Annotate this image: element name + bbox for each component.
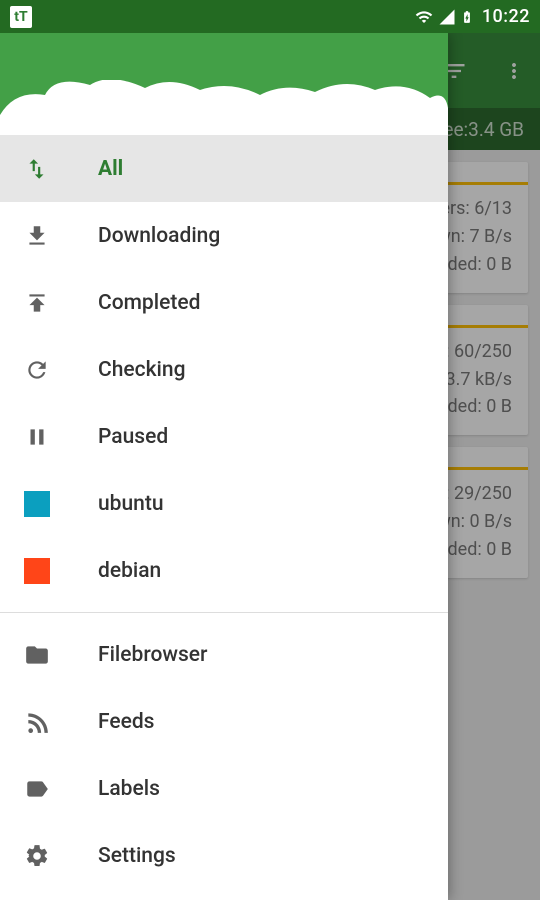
drawer-divider: [0, 612, 448, 613]
rss-icon: [24, 709, 50, 735]
upload-icon: [24, 290, 50, 316]
battery-charging-icon: [460, 7, 474, 27]
transfer-icon: [24, 156, 50, 182]
drawer-item-all[interactable]: All: [0, 135, 448, 202]
label-color-swatch: [24, 491, 50, 517]
drawer-item-label-ubuntu[interactable]: ubuntu: [0, 470, 448, 537]
drawer-header: [0, 33, 448, 129]
drawer-item-label: Settings: [98, 844, 176, 868]
drawer-item-label: Completed: [98, 291, 200, 315]
drawer-item-feeds[interactable]: Feeds: [0, 688, 448, 755]
drawer-item-label: Labels: [98, 777, 160, 801]
wifi-icon: [414, 8, 434, 26]
drawer-item-label: All: [98, 157, 123, 181]
folder-icon: [24, 642, 50, 668]
drawer-item-label: Filebrowser: [98, 643, 207, 667]
drawer-item-label: Paused: [98, 425, 168, 449]
drawer-item-completed[interactable]: Completed: [0, 269, 448, 336]
signal-icon: [438, 8, 456, 26]
gear-icon: [24, 843, 50, 869]
refresh-icon: [24, 357, 50, 383]
status-bar: tT 10:22: [0, 0, 540, 33]
app-notification-icon: tT: [10, 6, 32, 28]
drawer-item-labels[interactable]: Labels: [0, 755, 448, 822]
drawer-list: All Downloading Completed Checking Pause: [0, 129, 448, 900]
drawer-item-settings[interactable]: Settings: [0, 822, 448, 889]
drawer-item-label: Feeds: [98, 710, 155, 734]
label-color-swatch: [24, 558, 50, 584]
label-icon: [24, 776, 50, 802]
drawer-item-downloading[interactable]: Downloading: [0, 202, 448, 269]
cloud-decoration: [0, 80, 448, 130]
drawer-item-paused[interactable]: Paused: [0, 403, 448, 470]
drawer-item-label: Downloading: [98, 224, 220, 248]
drawer-item-label: ubuntu: [98, 492, 164, 516]
drawer-item-checking[interactable]: Checking: [0, 336, 448, 403]
pause-icon: [24, 424, 50, 450]
drawer-item-filebrowser[interactable]: Filebrowser: [0, 621, 448, 688]
download-icon: [24, 223, 50, 249]
navigation-drawer: All Downloading Completed Checking Pause: [0, 33, 448, 900]
status-time: 10:22: [482, 6, 530, 27]
drawer-item-label-debian[interactable]: debian: [0, 537, 448, 604]
drawer-item-label: Checking: [98, 358, 186, 382]
drawer-item-label: debian: [98, 559, 161, 583]
